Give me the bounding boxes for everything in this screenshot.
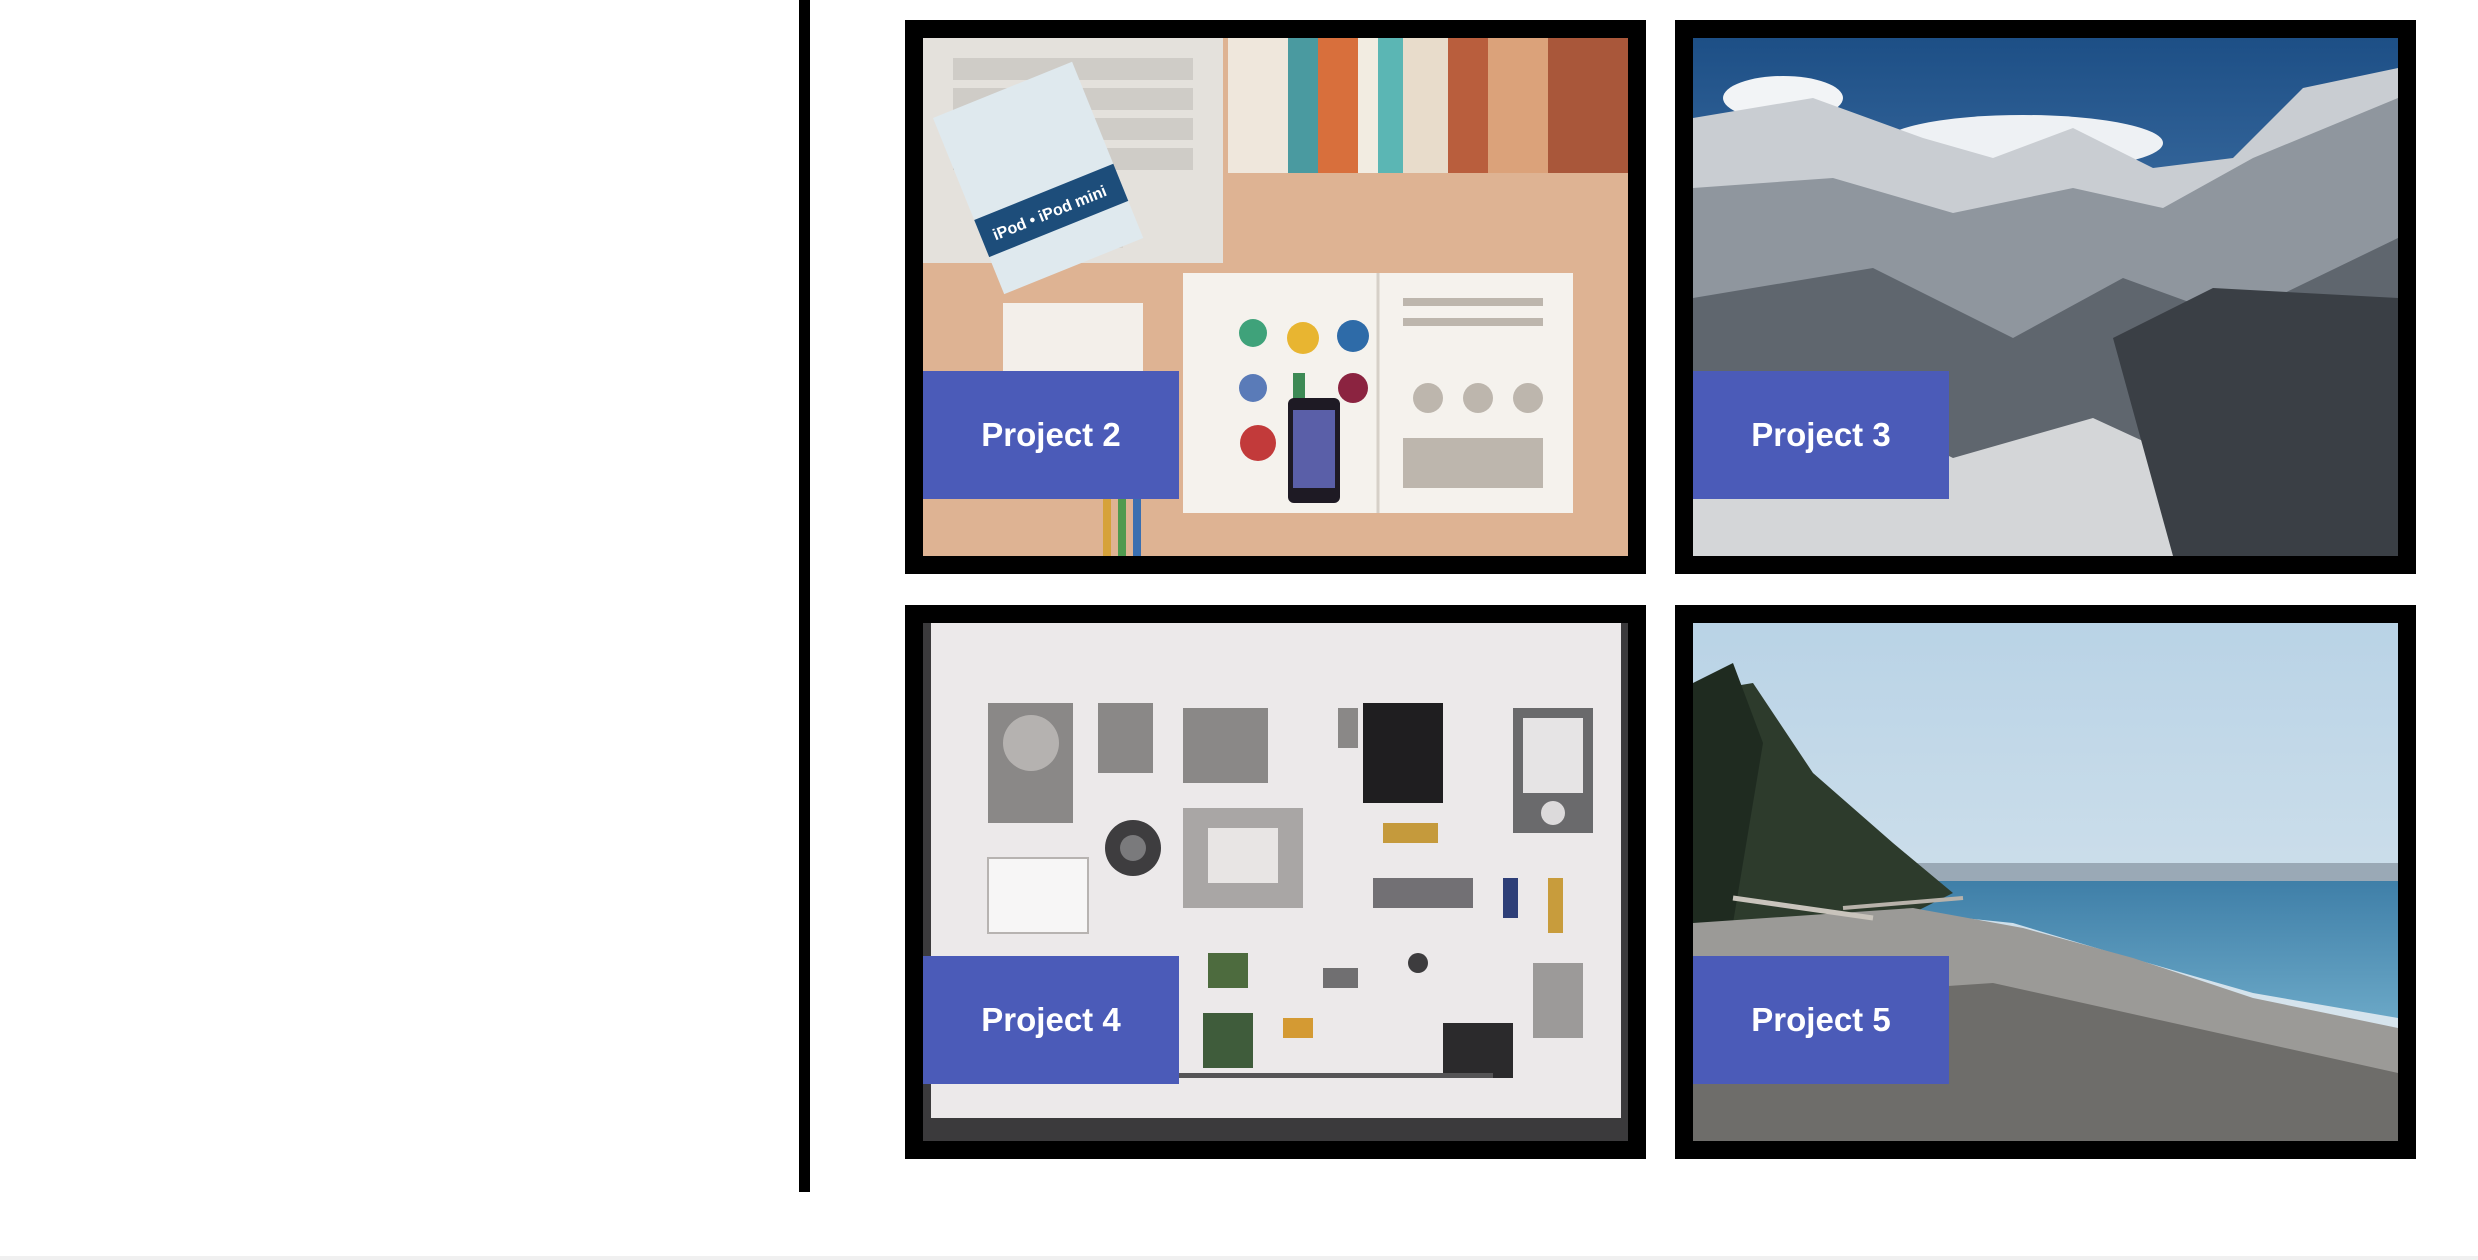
project-card-3[interactable]: Project 3 [1675,20,2416,574]
project-label: Project 2 [923,371,1179,499]
project-card-5[interactable]: Project 5 [1675,605,2416,1159]
project-label: Project 4 [923,956,1179,1084]
project-label: Project 5 [1693,956,1949,1084]
project-card-4[interactable]: Project 4 [905,605,1646,1159]
vertical-divider [799,0,810,1192]
project-label: Project 3 [1693,371,1949,499]
project-card-2[interactable]: iPod • iPod mini Project 2 [905,20,1646,574]
footer-divider [0,1256,2478,1260]
